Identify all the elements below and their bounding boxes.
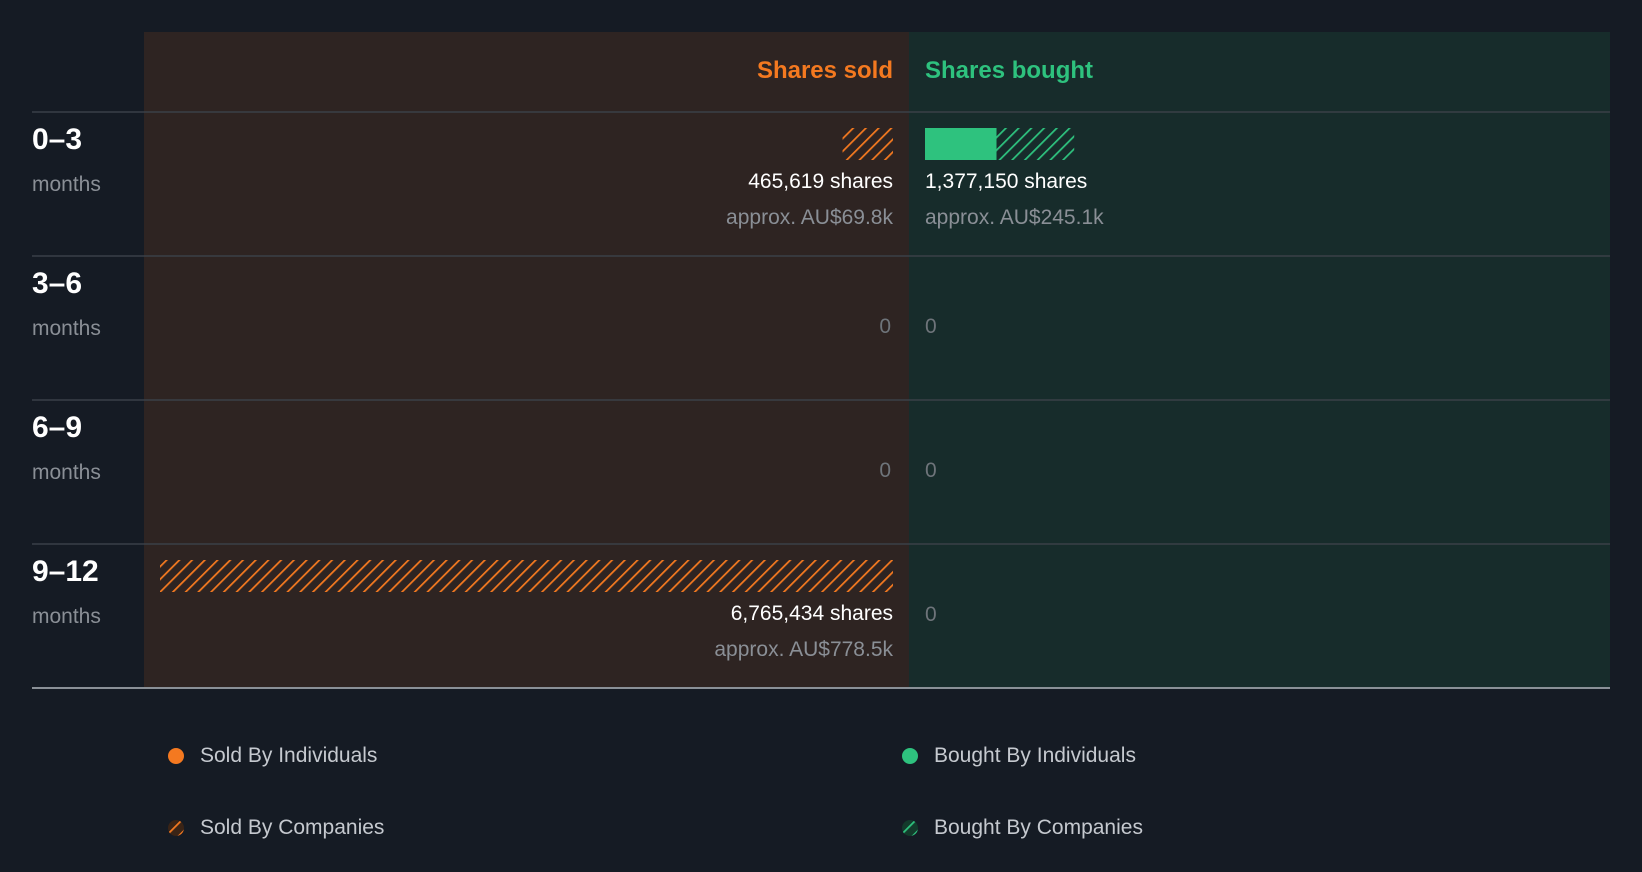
insider-trading-chart: Shares sold Shares bought 0–3 months 465,6… xyxy=(32,32,1610,689)
sold-zero-label: 0 xyxy=(879,315,891,338)
legend-sold-individuals: Sold By Individuals xyxy=(168,744,377,768)
period-unit: months xyxy=(32,605,101,628)
period-unit: months xyxy=(32,173,101,196)
period-range: 6–9 xyxy=(32,411,82,444)
green-dot-icon xyxy=(902,748,918,764)
sold-zero-label: 0 xyxy=(879,459,891,482)
bought-header: Shares bought xyxy=(925,57,1093,84)
legend-bought-companies: Bought By Companies xyxy=(902,816,1143,840)
sold-shares-label: 465,619 shares xyxy=(748,170,893,193)
bar-sold-companies xyxy=(842,128,893,160)
bought-shares-label: 1,377,150 shares xyxy=(925,170,1087,193)
bought-zero-label: 0 xyxy=(925,315,937,338)
period-range: 3–6 xyxy=(32,267,82,300)
orange-hatched-dot-icon xyxy=(168,820,184,836)
legend-sold-individuals-label: Sold By Individuals xyxy=(200,744,378,767)
period-range: 9–12 xyxy=(32,555,99,588)
legend-sold-companies: Sold By Companies xyxy=(168,816,384,840)
sold-header: Shares sold xyxy=(757,57,893,84)
sold-approx-label: approx. AU$778.5k xyxy=(714,638,893,661)
legend-bought-companies-label: Bought By Companies xyxy=(934,816,1143,839)
sold-shares-label: 6,765,434 shares xyxy=(731,602,893,625)
orange-dot-icon xyxy=(168,748,184,764)
bar-bought-individuals xyxy=(925,128,997,160)
sold-approx-label: approx. AU$69.8k xyxy=(726,206,893,229)
bought-approx-label: approx. AU$245.1k xyxy=(925,206,1104,229)
bought-zero-label: 0 xyxy=(925,603,937,626)
green-hatched-dot-icon xyxy=(902,820,918,836)
bar-sold-companies xyxy=(160,560,893,592)
bar-bought-companies xyxy=(996,128,1075,160)
legend: Sold By Individuals Bought By Individual… xyxy=(0,700,1642,872)
period-unit: months xyxy=(32,317,101,340)
legend-bought-individuals-label: Bought By Individuals xyxy=(934,744,1136,767)
legend-bought-individuals: Bought By Individuals xyxy=(902,744,1136,768)
legend-sold-companies-label: Sold By Companies xyxy=(200,816,385,839)
bought-zero-label: 0 xyxy=(925,459,937,482)
period-range: 0–3 xyxy=(32,123,82,156)
period-unit: months xyxy=(32,461,101,484)
